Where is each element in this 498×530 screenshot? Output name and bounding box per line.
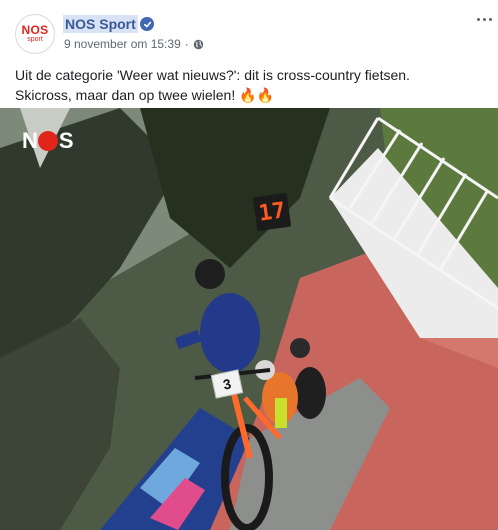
meta-separator: ·	[184, 37, 189, 51]
page-avatar[interactable]: NOS sport	[15, 14, 55, 54]
nos-watermark: N S	[22, 128, 74, 153]
more-options-icon[interactable]	[474, 10, 494, 28]
facebook-post-card: NOS sport NOS Sport 9 november om 15:39 …	[0, 0, 498, 530]
watermark-letter-n: N	[22, 128, 38, 153]
post-text: Uit de categorie 'Weer wat nieuws?': dit…	[15, 67, 410, 103]
verified-badge-icon	[140, 17, 154, 31]
watermark-letter-s: S	[58, 128, 74, 153]
post-meta: 9 november om 15:39 ·	[64, 36, 204, 52]
video-frame	[0, 108, 498, 530]
page-name-link[interactable]: NOS Sport	[63, 15, 138, 33]
race-timer-display: 17	[252, 192, 292, 232]
globe-icon	[193, 39, 204, 50]
video-player[interactable]: N S 17 3	[0, 108, 498, 530]
watermark-o-circle	[37, 131, 58, 151]
nos-logo-subtitle: sport	[27, 35, 43, 43]
nos-logo: NOS	[21, 22, 49, 37]
post-timestamp-link[interactable]: 9 november om 15:39	[64, 36, 181, 52]
